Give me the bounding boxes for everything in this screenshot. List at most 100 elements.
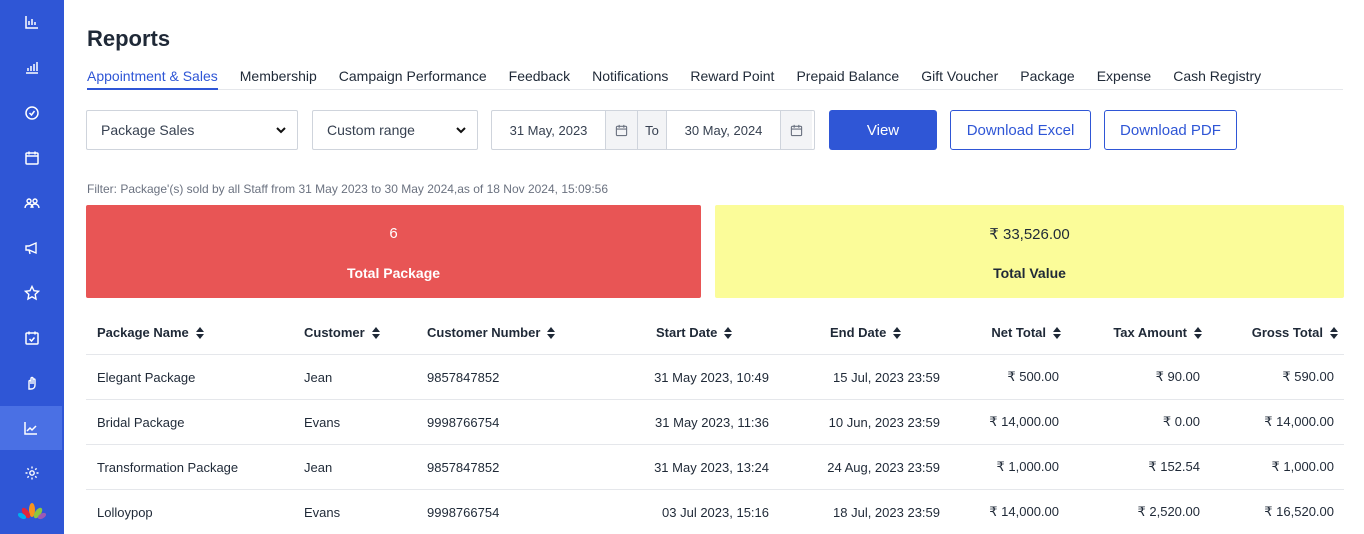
report-type-select[interactable]: Package Sales bbox=[86, 110, 298, 150]
check-circle-icon bbox=[25, 106, 39, 120]
gross-total-cell: ₹ 1,000.00 bbox=[1271, 459, 1335, 474]
sidebar-item-settings[interactable] bbox=[0, 451, 64, 495]
start-date-input[interactable]: 31 May, 2023 bbox=[492, 111, 605, 149]
column-header-gross-total[interactable]: Gross Total bbox=[1252, 311, 1338, 354]
column-header-package-name[interactable]: Package Name bbox=[97, 311, 204, 354]
start-date-cell: 31 May 2023, 10:49 bbox=[654, 369, 769, 385]
tab-feedback[interactable]: Feedback bbox=[509, 68, 570, 90]
package-name-cell: Bridal Package bbox=[97, 414, 185, 430]
tab-package[interactable]: Package bbox=[1020, 68, 1074, 90]
download-pdf-button[interactable]: Download PDF bbox=[1104, 110, 1237, 150]
end-date-cell: 15 Jul, 2023 23:59 bbox=[833, 369, 940, 385]
main-content: Reports Appointment & Sales Membership C… bbox=[64, 0, 1364, 534]
chevron-down-icon bbox=[276, 127, 286, 134]
to-label: To bbox=[637, 111, 667, 149]
trend-chart-icon bbox=[24, 422, 37, 435]
sidebar-item-services[interactable] bbox=[0, 361, 64, 405]
tab-campaign-performance[interactable]: Campaign Performance bbox=[339, 68, 487, 90]
table-row[interactable]: Transformation Package Jean 9857847852 3… bbox=[86, 445, 1344, 490]
download-excel-button[interactable]: Download Excel bbox=[950, 110, 1091, 150]
sidebar-item-customers[interactable] bbox=[0, 181, 64, 225]
end-date-calendar-button[interactable] bbox=[780, 111, 812, 149]
calendar-icon bbox=[790, 124, 803, 136]
customer-number-cell: 9857847852 bbox=[427, 459, 500, 475]
column-header-customer-number[interactable]: Customer Number bbox=[427, 311, 556, 354]
start-date-calendar-button[interactable] bbox=[605, 111, 637, 149]
sort-icon bbox=[724, 326, 733, 339]
total-value-amount: ₹ 33,526.00 bbox=[989, 226, 1070, 243]
end-date-input[interactable]: 30 May, 2024 bbox=[667, 111, 780, 149]
tab-appointment-sales[interactable]: Appointment & Sales bbox=[87, 68, 218, 90]
date-range-select[interactable]: Custom range bbox=[312, 110, 478, 150]
sort-icon bbox=[893, 326, 902, 339]
signal-bars-icon bbox=[26, 62, 38, 74]
report-type-value: Package Sales bbox=[101, 122, 195, 138]
table-row[interactable]: Bridal Package Evans 9998766754 31 May 2… bbox=[86, 400, 1344, 445]
column-header-customer[interactable]: Customer bbox=[304, 311, 380, 354]
sidebar-item-campaigns[interactable] bbox=[0, 226, 64, 270]
report-tabs: Appointment & Sales Membership Campaign … bbox=[87, 68, 1343, 90]
package-sales-table: Package Name Customer Customer Number St… bbox=[86, 311, 1344, 534]
tax-amount-cell: ₹ 2,520.00 bbox=[1137, 504, 1201, 519]
column-header-net-total[interactable]: Net Total bbox=[991, 311, 1061, 354]
sidebar-item-appointments[interactable] bbox=[0, 316, 64, 360]
chevron-down-icon bbox=[456, 127, 466, 134]
total-package-label: Total Package bbox=[346, 265, 441, 281]
sort-icon bbox=[371, 326, 380, 339]
view-button[interactable]: View bbox=[829, 110, 937, 150]
calendar-icon bbox=[615, 124, 628, 136]
customer-cell: Jean bbox=[304, 459, 333, 475]
tab-gift-voucher[interactable]: Gift Voucher bbox=[921, 68, 998, 90]
net-total-cell: ₹ 14,000.00 bbox=[989, 414, 1059, 429]
calendar-check-icon bbox=[25, 331, 39, 345]
users-icon bbox=[24, 198, 40, 209]
bar-chart-icon bbox=[25, 16, 38, 29]
net-total-cell: ₹ 500.00 bbox=[1007, 369, 1059, 384]
package-name-cell: Elegant Package bbox=[97, 369, 196, 385]
customer-cell: Jean bbox=[304, 369, 333, 385]
table-header-row: Package Name Customer Customer Number St… bbox=[86, 311, 1344, 355]
tab-reward-point[interactable]: Reward Point bbox=[690, 68, 774, 90]
tab-membership[interactable]: Membership bbox=[240, 68, 317, 90]
sidebar-item-analytics[interactable] bbox=[0, 45, 64, 89]
sidebar-item-calendar[interactable] bbox=[0, 136, 64, 180]
start-date-cell: 31 May 2023, 11:36 bbox=[655, 414, 769, 430]
net-total-cell: ₹ 1,000.00 bbox=[996, 459, 1060, 474]
lotus-logo-icon bbox=[0, 498, 64, 524]
page-title: Reports bbox=[87, 26, 171, 51]
megaphone-icon bbox=[25, 241, 37, 255]
tab-expense[interactable]: Expense bbox=[1097, 68, 1151, 90]
tax-amount-cell: ₹ 0.00 bbox=[1162, 414, 1200, 429]
total-value-label: Total Value bbox=[993, 265, 1066, 281]
column-header-start-date[interactable]: Start Date bbox=[656, 311, 733, 354]
tab-prepaid-balance[interactable]: Prepaid Balance bbox=[796, 68, 899, 90]
start-date-cell: 03 Jul 2023, 15:16 bbox=[662, 504, 769, 520]
tab-notifications[interactable]: Notifications bbox=[592, 68, 668, 90]
sidebar-item-dashboard[interactable] bbox=[0, 0, 64, 44]
sort-icon bbox=[195, 326, 204, 339]
total-package-value: 6 bbox=[389, 225, 398, 242]
column-header-end-date[interactable]: End Date bbox=[830, 311, 902, 354]
gross-total-cell: ₹ 16,520.00 bbox=[1264, 504, 1334, 519]
filter-description: Filter: Package'(s) sold by all Staff fr… bbox=[87, 182, 609, 196]
tab-cash-registry[interactable]: Cash Registry bbox=[1173, 68, 1261, 90]
sidebar-item-reviews[interactable] bbox=[0, 271, 64, 315]
sidebar-item-tasks[interactable] bbox=[0, 91, 64, 135]
customer-number-cell: 9857847852 bbox=[427, 369, 500, 385]
sort-icon bbox=[1194, 326, 1202, 339]
end-date-cell: 18 Jul, 2023 23:59 bbox=[833, 504, 940, 520]
column-header-tax-amount[interactable]: Tax Amount bbox=[1113, 311, 1202, 354]
table-row[interactable]: Lolloypop Evans 9998766754 03 Jul 2023, … bbox=[86, 490, 1344, 534]
customer-number-cell: 9998766754 bbox=[427, 414, 500, 430]
hand-icon bbox=[28, 376, 36, 390]
sidebar-item-reports[interactable] bbox=[0, 406, 62, 450]
end-date-cell: 24 Aug, 2023 23:59 bbox=[827, 459, 940, 475]
end-date-cell: 10 Jun, 2023 23:59 bbox=[828, 414, 940, 430]
sort-icon bbox=[1053, 326, 1061, 339]
total-package-card: 6 Total Package bbox=[86, 205, 701, 298]
sort-icon bbox=[547, 326, 556, 339]
sidebar bbox=[0, 0, 64, 534]
customer-number-cell: 9998766754 bbox=[427, 504, 500, 520]
table-row[interactable]: Elegant Package Jean 9857847852 31 May 2… bbox=[86, 355, 1344, 400]
start-date-cell: 31 May 2023, 13:24 bbox=[654, 459, 769, 475]
